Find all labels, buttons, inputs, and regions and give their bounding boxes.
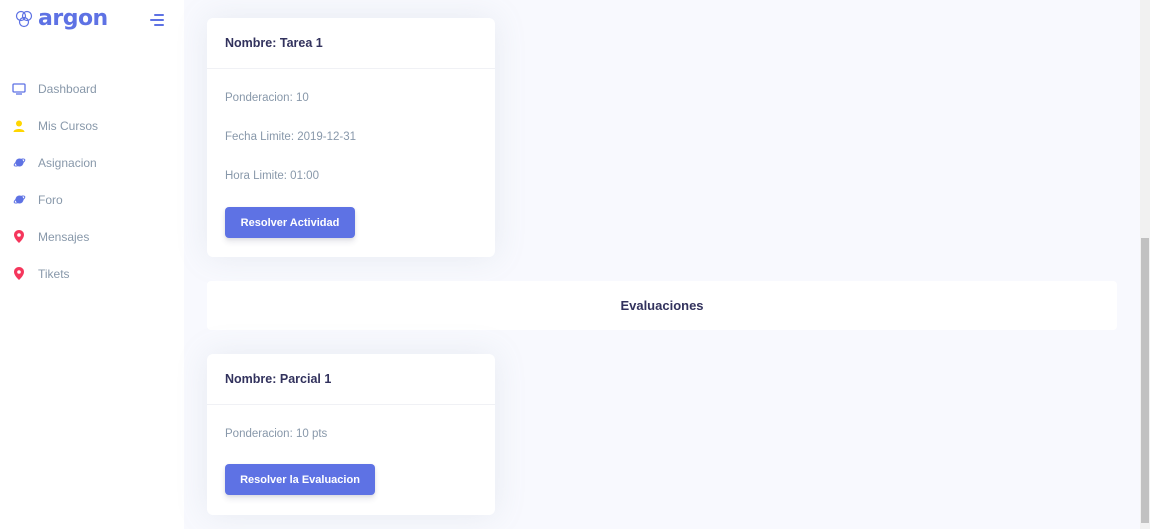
task-due-time: Hora Limite: 01:00	[225, 170, 319, 182]
task-card: Nombre: Tarea 1 Ponderacion: 10 Fecha Li…	[207, 18, 495, 257]
page-scrollbar[interactable]	[1140, 0, 1150, 529]
exam-weighting: Ponderacion: 10 pts	[225, 428, 328, 440]
task-due-date: Fecha Limite: 2019-12-31	[225, 131, 357, 143]
sidebar: argon Dashboard Mis Cursos Asignacion Fo…	[0, 0, 184, 529]
sidebar-item-dashboard[interactable]: Dashboard	[0, 70, 184, 107]
sidebar-item-label: Asignacion	[38, 155, 97, 170]
argon-logo-icon	[15, 10, 33, 28]
sidebar-item-mensajes[interactable]: Mensajes	[0, 218, 184, 255]
sidebar-item-label: Tikets	[38, 266, 70, 281]
sidebar-nav: Dashboard Mis Cursos Asignacion Foro Men…	[0, 70, 184, 292]
resolve-evaluation-button[interactable]: Resolver la Evaluacion	[225, 464, 375, 495]
scrollbar-thumb[interactable]	[1141, 238, 1149, 523]
brand-name: argon	[38, 6, 108, 31]
sidebar-item-foro[interactable]: Foro	[0, 181, 184, 218]
pin-icon	[12, 230, 26, 244]
exam-card-header: Nombre: Parcial 1	[207, 354, 495, 405]
resolve-activity-button[interactable]: Resolver Actividad	[225, 207, 355, 238]
tv-icon	[12, 82, 26, 96]
sidebar-item-label: Mis Cursos	[38, 118, 99, 133]
task-title: Nombre: Tarea 1	[225, 36, 323, 50]
sidebar-item-mis-cursos[interactable]: Mis Cursos	[0, 107, 184, 144]
sidenav-toggler-button[interactable]	[150, 14, 164, 26]
evaluations-section-header: Evaluaciones	[207, 281, 1117, 330]
sidebar-item-tikets[interactable]: Tikets	[0, 255, 184, 292]
planet-icon	[12, 193, 26, 207]
sidebar-item-label: Foro	[38, 192, 63, 207]
sidebar-item-asignacion[interactable]: Asignacion	[0, 144, 184, 181]
evaluations-title: Evaluaciones	[620, 298, 704, 313]
brand-logo[interactable]: argon	[14, 4, 108, 34]
sidebar-item-label: Dashboard	[38, 81, 97, 96]
planet-icon	[12, 156, 26, 170]
task-card-header: Nombre: Tarea 1	[207, 18, 495, 69]
exam-title: Nombre: Parcial 1	[225, 372, 332, 386]
pin-icon	[12, 267, 26, 281]
user-icon	[12, 119, 26, 133]
sidebar-item-label: Mensajes	[38, 229, 90, 244]
exam-card: Nombre: Parcial 1 Ponderacion: 10 pts Re…	[207, 354, 495, 515]
task-weighting: Ponderacion: 10	[225, 92, 309, 104]
